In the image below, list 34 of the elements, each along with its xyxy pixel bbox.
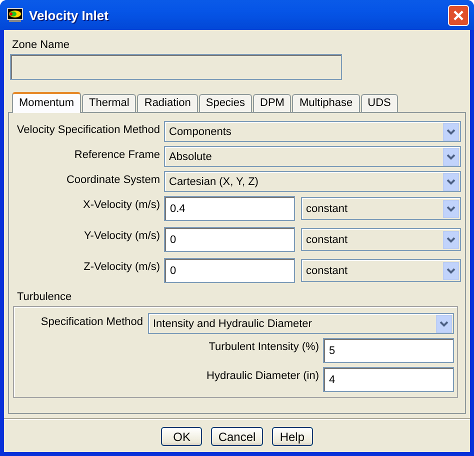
input-field[interactable]: 0 xyxy=(164,227,295,252)
dialog-button[interactable]: OK xyxy=(161,427,202,446)
field-label: Velocity Specification Method xyxy=(16,123,160,138)
tab[interactable]: DPM xyxy=(253,94,292,112)
tab[interactable]: Multiphase xyxy=(292,94,360,112)
field-label: Z-Velocity (m/s) xyxy=(82,260,160,275)
tab[interactable]: Radiation xyxy=(137,94,198,112)
input-field[interactable]: 4 xyxy=(323,367,454,392)
dropdown[interactable]: constant xyxy=(301,228,461,251)
field-label: Coordinate System xyxy=(65,173,160,188)
field-label: Y-Velocity (m/s) xyxy=(82,229,160,244)
field-label: Hydraulic Diameter (in) xyxy=(206,369,319,382)
field-label: Specification Method xyxy=(40,315,143,328)
input-field[interactable]: 0.4 xyxy=(164,196,295,221)
field-label: Zone Name xyxy=(12,39,70,52)
window-title: Velocity Inlet xyxy=(29,8,110,22)
dropdown[interactable]: constant xyxy=(301,259,461,282)
group-title: Turbulence xyxy=(17,291,73,303)
input-field[interactable]: 0 xyxy=(164,258,295,283)
dropdown[interactable]: Components xyxy=(164,121,461,142)
tab[interactable]: Momentum xyxy=(12,92,82,113)
tab[interactable]: UDS xyxy=(360,94,398,112)
input-field[interactable]: 5 xyxy=(323,338,454,363)
dialog-button[interactable]: Cancel xyxy=(211,427,263,446)
tab[interactable]: Species xyxy=(198,94,252,112)
dropdown[interactable]: Intensity and Hydraulic Diameter xyxy=(148,313,454,334)
dialog-button[interactable]: Help xyxy=(272,427,313,446)
field-label: X-Velocity (m/s) xyxy=(82,198,160,213)
dropdown[interactable]: Absolute xyxy=(164,146,461,167)
dropdown[interactable]: Cartesian (X, Y, Z) xyxy=(164,171,461,192)
field-label: Turbulent Intensity (%) xyxy=(208,340,319,353)
dropdown[interactable]: constant xyxy=(301,197,461,220)
field-label: Reference Frame xyxy=(73,148,160,163)
tab[interactable]: Thermal xyxy=(82,94,136,112)
